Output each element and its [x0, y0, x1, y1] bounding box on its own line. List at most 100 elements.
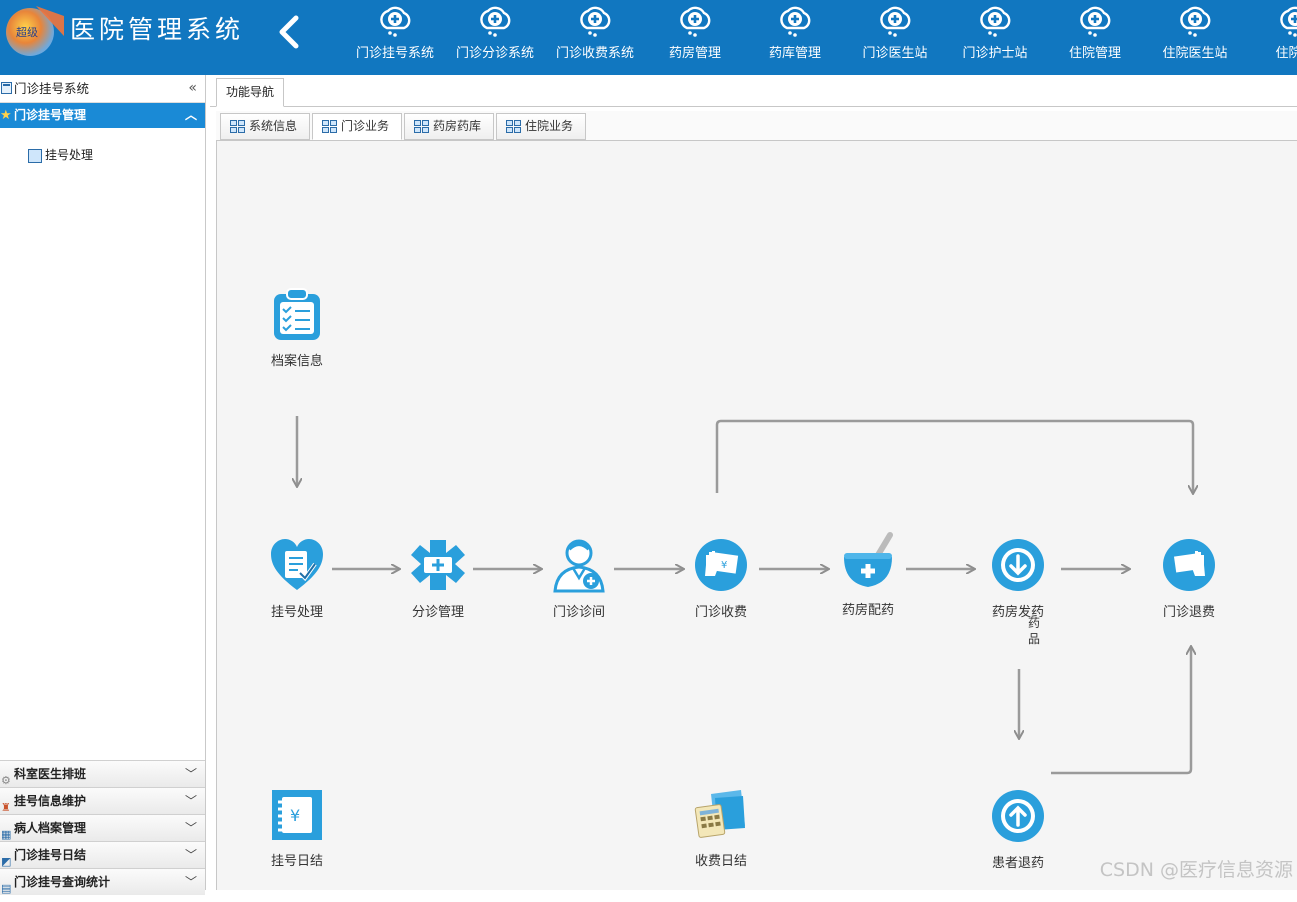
sidebar-item-register[interactable]: 挂号处理 [28, 147, 93, 163]
subtab-label: 门诊业务 [341, 119, 390, 133]
mortar-icon [844, 532, 893, 587]
logo-icon: 超级 [6, 6, 64, 56]
download-circle-icon [992, 539, 1044, 591]
node-charge[interactable]: ¥ 门诊收费 [671, 537, 771, 620]
star-icon: ★ [0, 108, 12, 123]
chevron-down-icon: ﹀ [184, 821, 197, 835]
tab-bar: 功能导航 [210, 75, 1297, 107]
module-label: 药库管理 [768, 46, 821, 61]
node-label: 门诊退费 [1162, 605, 1215, 620]
module-button-10[interactable]: 住院护 [1247, 2, 1297, 72]
chevron-down-icon: ﹀ [184, 848, 197, 862]
module-label: 住院医生站 [1162, 46, 1228, 61]
medical-cloud-icon [1080, 6, 1111, 37]
sidebar-group-2[interactable]: ♜ 挂号信息维护 ﹀ [0, 787, 205, 814]
medical-cloud-icon [1280, 6, 1297, 37]
subtab-label: 住院业务 [525, 119, 574, 133]
main-area: 功能导航 系统信息 门诊业务 药房药库 住院业务 药品 档案信息 挂号处理 分诊… [210, 75, 1297, 890]
yen-glyph: ¥ [290, 806, 300, 825]
node-triage[interactable]: 分诊管理 [388, 537, 488, 620]
clipboard-icon [274, 288, 320, 340]
module-button-8[interactable]: 住院管理 [1047, 2, 1143, 72]
node-label: 分诊管理 [411, 605, 464, 620]
module-button-6[interactable]: 门诊医生站 [847, 2, 943, 72]
sidebar-group-5[interactable]: ▤ 门诊挂号查询统计 ﹀ [0, 868, 205, 895]
medical-cloud-icon [580, 6, 611, 37]
node-label: 收费日结 [694, 854, 747, 869]
node-label: 门诊诊间 [552, 605, 605, 620]
subtab-label: 系统信息 [249, 119, 298, 133]
back-chevron-icon[interactable] [272, 12, 308, 52]
medical-cloud-icon [380, 6, 411, 37]
tab-function-nav[interactable]: 功能导航 [216, 78, 285, 107]
sidebar-group-label: 科室医生排班 [14, 767, 87, 781]
modules-icon [506, 120, 521, 133]
module-button-4[interactable]: 药房管理 [647, 2, 743, 72]
node-label: 挂号日结 [270, 854, 323, 869]
chevron-up-icon: ︿ [184, 108, 197, 122]
subtab-bar: 系统信息 门诊业务 药房药库 住院业务 [216, 111, 1297, 141]
medical-cloud-icon [1180, 6, 1211, 37]
logo-text: 超级 [16, 25, 38, 39]
module-label: 门诊分诊系统 [455, 46, 534, 61]
chevron-down-icon: ﹀ [184, 767, 197, 781]
flow-canvas: 药品 档案信息 挂号处理 分诊管理 门诊诊间 ¥ 门诊收费 药房配药 药房发药 … [216, 141, 1297, 890]
medical-cloud-icon [480, 6, 511, 37]
module-button-9[interactable]: 住院医生站 [1147, 2, 1243, 72]
node-refund[interactable]: 门诊退费 [1139, 537, 1239, 620]
node-label: 药房配药 [841, 603, 894, 618]
node-register[interactable]: 挂号处理 [247, 537, 347, 620]
module-button-1[interactable]: 门诊挂号系统 [347, 2, 443, 72]
node-dispense[interactable]: 药房配药 [818, 531, 918, 618]
subtab-3[interactable]: 药房药库 [404, 113, 494, 140]
sidebar-title: 门诊挂号系统 [14, 81, 90, 96]
sidebar-group-label: 病人档案管理 [14, 821, 87, 835]
subtab-1[interactable]: 系统信息 [220, 113, 310, 140]
group-icon: ▤ [1, 882, 12, 895]
module-label: 门诊收费系统 [555, 46, 634, 61]
medical-cloud-icon [780, 6, 811, 37]
node-archive[interactable]: 档案信息 [247, 286, 347, 369]
node-label: 药房发药 [991, 605, 1044, 620]
module-label: 门诊挂号系统 [355, 46, 434, 61]
module-button-3[interactable]: 门诊收费系统 [547, 2, 643, 72]
modules-icon [322, 120, 337, 133]
sidebar-group-active[interactable]: ★ 门诊挂号管理 ︿ [0, 103, 205, 128]
app-header: 超级 医院管理系统 门诊挂号系统 门诊分诊系统 门诊收费系统 药房管理 药库管理 门诊医生… [0, 0, 1297, 75]
subtab-label: 药房药库 [433, 119, 482, 133]
module-button-5[interactable]: 药库管理 [747, 2, 843, 72]
module-label: 药房管理 [668, 46, 721, 61]
upload-circle-icon [992, 790, 1044, 842]
app-title: 医院管理系统 [70, 15, 245, 44]
doctor-icon [553, 539, 605, 593]
medical-cloud-icon [980, 6, 1011, 37]
subtab-4[interactable]: 住院业务 [496, 113, 586, 140]
calculator-folder-icon [694, 790, 745, 838]
node-label: 患者退药 [991, 856, 1044, 871]
node-charge-daily[interactable]: 收费日结 [671, 788, 771, 869]
node-consult[interactable]: 门诊诊间 [529, 537, 629, 620]
module-label: 门诊护士站 [962, 46, 1028, 61]
node-reg-daily[interactable]: ¥ 挂号日结 [247, 788, 347, 869]
medical-cloud-icon [680, 6, 711, 37]
sidebar-group-1[interactable]: ⚙ 科室医生排班 ﹀ [0, 760, 205, 787]
chevron-down-icon: ﹀ [184, 794, 197, 808]
sidebar-item-label: 挂号处理 [45, 148, 94, 162]
sidebar-group-4[interactable]: ◩ 门诊挂号日结 ﹀ [0, 841, 205, 868]
node-label: 门诊收费 [694, 605, 747, 620]
subtab-2[interactable]: 门诊业务 [312, 113, 402, 140]
medical-cross-icon [411, 540, 465, 590]
node-return-drug[interactable]: 患者退药 [968, 788, 1068, 871]
sidebar-group-3[interactable]: ▦ 病人档案管理 ﹀ [0, 814, 205, 841]
node-issue[interactable]: 药房发药 [968, 537, 1068, 620]
sidebar-header: 门诊挂号系统 « [0, 75, 205, 103]
node-label: 挂号处理 [270, 605, 323, 620]
collapse-sidebar-button[interactable]: « [188, 75, 197, 102]
payment-hand-icon: ¥ [695, 539, 747, 591]
yen-glyph: ¥ [721, 560, 727, 571]
module-button-7[interactable]: 门诊护士站 [947, 2, 1043, 72]
node-label: 档案信息 [270, 354, 323, 369]
form-icon [28, 148, 42, 163]
module-button-2[interactable]: 门诊分诊系统 [447, 2, 543, 72]
module-label: 门诊医生站 [862, 46, 928, 61]
